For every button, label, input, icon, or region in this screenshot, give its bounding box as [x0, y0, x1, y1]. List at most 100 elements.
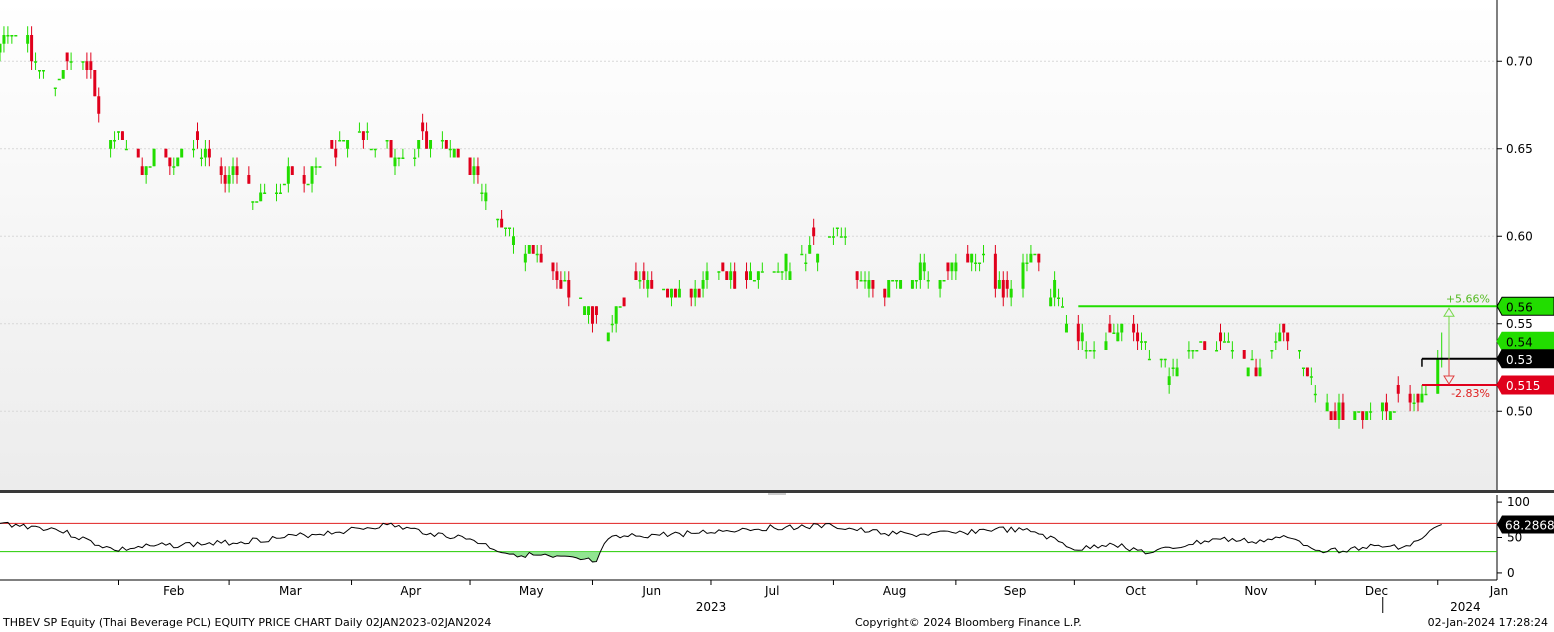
- candle-body: [251, 201, 255, 203]
- candle: [444, 140, 448, 149]
- candle-body: [693, 288, 697, 298]
- candle-body: [172, 166, 176, 168]
- candle: [1365, 411, 1369, 420]
- candle-body: [1412, 402, 1416, 404]
- candle-body: [306, 183, 310, 186]
- candle-body: [429, 140, 433, 149]
- candle-body: [895, 280, 899, 282]
- candle-body: [859, 280, 863, 282]
- candle-body: [662, 288, 666, 291]
- candle: [772, 271, 776, 273]
- candle: [57, 78, 61, 81]
- price-y-tick-label: 0.65: [1506, 142, 1533, 156]
- candle-body: [555, 271, 559, 280]
- candle: [1033, 253, 1037, 256]
- candle-body: [1147, 358, 1151, 361]
- candle-body: [136, 148, 140, 158]
- x-month-label: Apr: [400, 584, 421, 598]
- candle-body: [666, 288, 670, 298]
- candle-body: [1199, 341, 1203, 343]
- candle-body: [30, 35, 34, 62]
- resistance-tag: 0.56: [1496, 296, 1554, 316]
- x-month-label: Nov: [1244, 584, 1267, 598]
- candle-body: [614, 306, 618, 324]
- candle-body: [982, 253, 986, 256]
- candle-body: [1005, 280, 1009, 289]
- candle-body: [697, 288, 701, 298]
- candle-body: [496, 218, 500, 221]
- candle-body: [401, 157, 405, 159]
- candle-body: [89, 61, 93, 70]
- candle-body: [508, 227, 512, 229]
- candle-body: [65, 52, 69, 62]
- candle-body: [839, 236, 843, 238]
- candle-body: [997, 280, 1001, 289]
- candle-body: [808, 245, 812, 254]
- candle-body: [523, 253, 527, 263]
- candle-body: [827, 236, 831, 238]
- candle-body: [53, 87, 57, 89]
- candle-body: [1132, 323, 1136, 333]
- candle-body: [1424, 393, 1428, 396]
- candle-body: [646, 280, 650, 289]
- candle: [721, 262, 725, 272]
- x-month-label: Dec: [1365, 584, 1388, 598]
- candle-body: [1187, 350, 1191, 352]
- candle: [1392, 411, 1396, 413]
- current-price-tag: 0.54: [1496, 331, 1554, 351]
- candle-body: [1337, 402, 1341, 420]
- candle-body: [689, 288, 693, 298]
- candle-body: [85, 61, 89, 70]
- x-month-label: Jun: [641, 584, 661, 598]
- candle-body: [373, 148, 377, 151]
- candle-body: [456, 148, 460, 158]
- candle-body: [752, 280, 756, 282]
- candle: [282, 183, 286, 186]
- candle-body: [1357, 411, 1361, 413]
- candle-body: [1061, 306, 1065, 308]
- candle: [148, 166, 152, 168]
- candle: [176, 157, 180, 167]
- candle-body: [255, 201, 259, 203]
- candle-body: [1258, 367, 1262, 377]
- candle-body: [26, 35, 30, 44]
- candle-body: [1361, 411, 1365, 420]
- candle-body: [772, 271, 776, 273]
- x-month-label: Jan: [1489, 584, 1509, 598]
- candle-body: [199, 157, 203, 159]
- candle-body: [922, 262, 926, 272]
- candle-body: [164, 148, 168, 158]
- candle-body: [314, 166, 318, 168]
- candle-body: [587, 306, 591, 315]
- candle-body: [1298, 350, 1302, 352]
- candle-body: [2, 35, 6, 44]
- candle-body: [144, 166, 148, 175]
- candle-body: [192, 148, 196, 151]
- candle-body: [551, 262, 555, 272]
- candle: [255, 201, 259, 203]
- candle-body: [0, 43, 2, 53]
- candle-body: [1215, 350, 1219, 352]
- candle-body: [37, 70, 41, 72]
- candle: [583, 306, 587, 315]
- candle-body: [784, 253, 788, 272]
- candle-body: [180, 148, 184, 158]
- candle-body: [594, 306, 598, 315]
- candle-body: [1029, 253, 1033, 263]
- candle-body: [263, 192, 267, 194]
- candle: [899, 280, 903, 289]
- candle-body: [444, 140, 448, 149]
- candle-body: [1057, 297, 1061, 299]
- candle-body: [152, 148, 156, 167]
- candle-body: [950, 262, 954, 272]
- candle-body: [290, 166, 294, 175]
- x-month-label: Feb: [163, 584, 184, 598]
- candle-body: [116, 131, 120, 133]
- candle: [1246, 367, 1250, 377]
- candle-body: [1049, 297, 1053, 307]
- candle-body: [259, 192, 263, 202]
- candle-body: [1001, 280, 1005, 298]
- candle-body: [1175, 367, 1179, 377]
- candle-body: [780, 271, 784, 273]
- candle-body: [500, 218, 504, 228]
